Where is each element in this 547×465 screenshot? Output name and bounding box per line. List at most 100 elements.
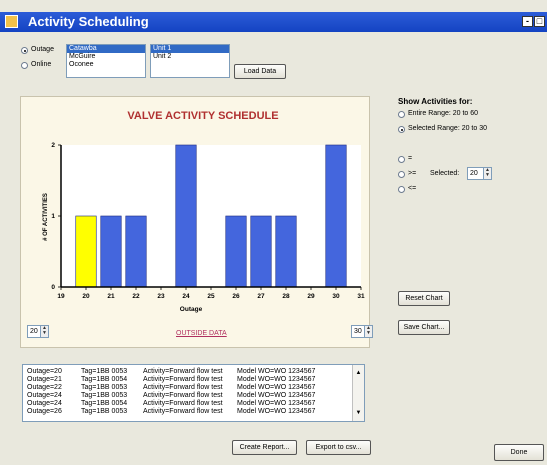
less-equal-radio[interactable] bbox=[398, 186, 405, 193]
y-tick-label: 2 bbox=[51, 142, 55, 149]
plant-item-mcguire[interactable]: McGuire bbox=[67, 53, 145, 61]
equals-radio[interactable] bbox=[398, 156, 405, 163]
x-tick-label: 24 bbox=[182, 293, 190, 300]
log-cell-activity: Activity=Forward flow test bbox=[143, 400, 223, 407]
bar bbox=[125, 215, 147, 288]
log-cell-tag: Tag=1BB 0053 bbox=[81, 392, 128, 399]
log-cell-activity: Activity=Forward flow test bbox=[143, 376, 223, 383]
x-tick-label: 21 bbox=[107, 293, 115, 300]
bar bbox=[100, 215, 122, 288]
bar bbox=[175, 144, 197, 288]
log-cell-outage: Outage=21 bbox=[27, 376, 62, 383]
range-from-arrows[interactable]: ▲ ▼ bbox=[40, 326, 48, 337]
maximize-button[interactable]: □ bbox=[534, 16, 545, 27]
outage-radio-label: Outage bbox=[31, 46, 54, 53]
application-window: Activity Scheduling - □ Outage Online Ca… bbox=[0, 0, 547, 465]
y-axis-label: # OF ACTIVITIES bbox=[43, 193, 49, 241]
less-equal-label: <= bbox=[408, 185, 417, 192]
outage-radio[interactable] bbox=[21, 47, 28, 54]
log-cell-outage: Outage=26 bbox=[27, 408, 62, 415]
greater-equal-radio[interactable] bbox=[398, 171, 405, 178]
log-row[interactable]: Outage=24 Tag=1BB 0054 Activity=Forward fl… bbox=[23, 400, 364, 408]
unit-item-2[interactable]: Unit 2 bbox=[151, 53, 229, 61]
log-cell-outage: Outage=24 bbox=[27, 400, 62, 407]
x-tick-label: 30 bbox=[332, 293, 340, 300]
bar bbox=[275, 215, 297, 288]
create-report-button[interactable]: Create Report... bbox=[232, 440, 297, 455]
log-row[interactable]: Outage=26 Tag=1BB 0053 Activity=Forward fl… bbox=[23, 408, 364, 416]
y-tick-label: 0 bbox=[51, 284, 55, 291]
x-tick-label: 26 bbox=[232, 293, 240, 300]
log-rows: Outage=20 Tag=1BB 0053 Activity=Forward fl… bbox=[23, 368, 364, 416]
minimize-button[interactable]: - bbox=[522, 16, 533, 27]
range-to-spinner[interactable]: 30 ▲ ▼ bbox=[351, 325, 373, 338]
online-radio[interactable] bbox=[21, 62, 28, 69]
valve-activity-chart: VALVE ACTIVITY SCHEDULE 19 20 21 22 23 24 25 26… bbox=[43, 110, 365, 313]
log-cell-model: Model WO=WO 1234567 bbox=[237, 408, 316, 415]
log-cell-model: Model WO=WO 1234567 bbox=[237, 392, 316, 399]
x-tick-label: 28 bbox=[282, 293, 290, 300]
selected-value-arrows[interactable]: ▲ ▼ bbox=[483, 168, 491, 179]
plant-listbox[interactable]: Catawba McGuire Oconee bbox=[66, 44, 146, 78]
bar bbox=[225, 215, 247, 288]
range-from-spinner[interactable]: 20 ▲ ▼ bbox=[27, 325, 49, 338]
greater-equal-label: >= bbox=[408, 170, 417, 177]
log-cell-model: Model WO=WO 1234567 bbox=[237, 400, 316, 407]
x-tick-label: 25 bbox=[207, 293, 215, 300]
show-activities-heading: Show Activities for: bbox=[398, 97, 473, 106]
log-cell-model: Model WO=WO 1234567 bbox=[237, 384, 316, 391]
log-cell-activity: Activity=Forward flow test bbox=[143, 408, 223, 415]
log-cell-activity: Activity=Forward flow test bbox=[143, 368, 223, 375]
plant-item-catawba[interactable]: Catawba bbox=[67, 45, 145, 53]
equals-label: = bbox=[408, 155, 413, 162]
range-to-arrows[interactable]: ▲ ▼ bbox=[364, 326, 372, 337]
unit-listbox[interactable]: Unit 1 Unit 2 bbox=[150, 44, 230, 78]
scroll-up-icon[interactable]: ▲ bbox=[353, 368, 364, 378]
export-csv-button[interactable]: Export to csv... bbox=[306, 440, 371, 455]
log-scrollbar[interactable]: ▲ ▼ bbox=[352, 365, 364, 421]
scroll-down-icon[interactable]: ▼ bbox=[353, 408, 364, 418]
log-cell-activity: Activity=Forward flow test bbox=[143, 392, 223, 399]
selected-label: Selected: bbox=[430, 170, 460, 177]
x-tick-label: 31 bbox=[357, 293, 365, 300]
bar bbox=[250, 215, 272, 288]
log-cell-tag: Tag=1BB 0054 bbox=[81, 376, 128, 383]
app-icon bbox=[5, 15, 18, 28]
log-cell-tag: Tag=1BB 0053 bbox=[81, 368, 128, 375]
activity-log-list[interactable]: Outage=20 Tag=1BB 0053 Activity=Forward fl… bbox=[22, 364, 365, 422]
entire-range-label: Entire Range: 20 to 60 bbox=[408, 110, 479, 117]
x-tick-label: 27 bbox=[257, 293, 265, 300]
x-tick-label: 29 bbox=[307, 293, 315, 300]
x-tick-label: 23 bbox=[157, 293, 165, 300]
outside-data-link[interactable]: OUTSIDE DATA bbox=[176, 330, 227, 337]
log-cell-activity: Activity=Forward flow test bbox=[143, 384, 223, 391]
x-tick-label: 20 bbox=[82, 293, 90, 300]
selected-value: 20 bbox=[470, 170, 478, 177]
window-title: Activity Scheduling bbox=[28, 14, 149, 29]
unit-item-1[interactable]: Unit 1 bbox=[151, 45, 229, 53]
reset-chart-button[interactable]: Reset Chart bbox=[398, 291, 450, 306]
log-row[interactable]: Outage=24 Tag=1BB 0053 Activity=Forward fl… bbox=[23, 392, 364, 400]
save-chart-button[interactable]: Save Chart... bbox=[398, 320, 450, 335]
log-cell-outage: Outage=24 bbox=[27, 392, 62, 399]
log-cell-tag: Tag=1BB 0054 bbox=[81, 400, 128, 407]
online-radio-label: Online bbox=[31, 61, 52, 68]
log-row[interactable]: Outage=20 Tag=1BB 0053 Activity=Forward fl… bbox=[23, 368, 364, 376]
log-cell-outage: Outage=22 bbox=[27, 384, 62, 391]
log-cell-model: Model WO=WO 1234567 bbox=[237, 368, 316, 375]
done-button[interactable]: Done bbox=[494, 444, 544, 461]
load-data-button[interactable]: Load Data bbox=[234, 64, 286, 79]
log-cell-tag: Tag=1BB 0053 bbox=[81, 384, 128, 391]
y-tick-label: 1 bbox=[51, 213, 55, 220]
range-to-value: 30 bbox=[354, 328, 362, 335]
selected-range-radio[interactable] bbox=[398, 126, 405, 133]
x-axis-label: Outage bbox=[180, 306, 203, 313]
entire-range-radio[interactable] bbox=[398, 111, 405, 118]
log-row[interactable]: Outage=22 Tag=1BB 0053 Activity=Forward fl… bbox=[23, 384, 364, 392]
range-from-value: 20 bbox=[30, 328, 38, 335]
selected-value-spinner[interactable]: 20 ▲ ▼ bbox=[467, 167, 492, 180]
log-row[interactable]: Outage=21 Tag=1BB 0054 Activity=Forward fl… bbox=[23, 376, 364, 384]
plant-item-oconee[interactable]: Oconee bbox=[67, 61, 145, 69]
x-tick-label: 22 bbox=[132, 293, 140, 300]
chart-title: VALVE ACTIVITY SCHEDULE bbox=[127, 110, 278, 122]
